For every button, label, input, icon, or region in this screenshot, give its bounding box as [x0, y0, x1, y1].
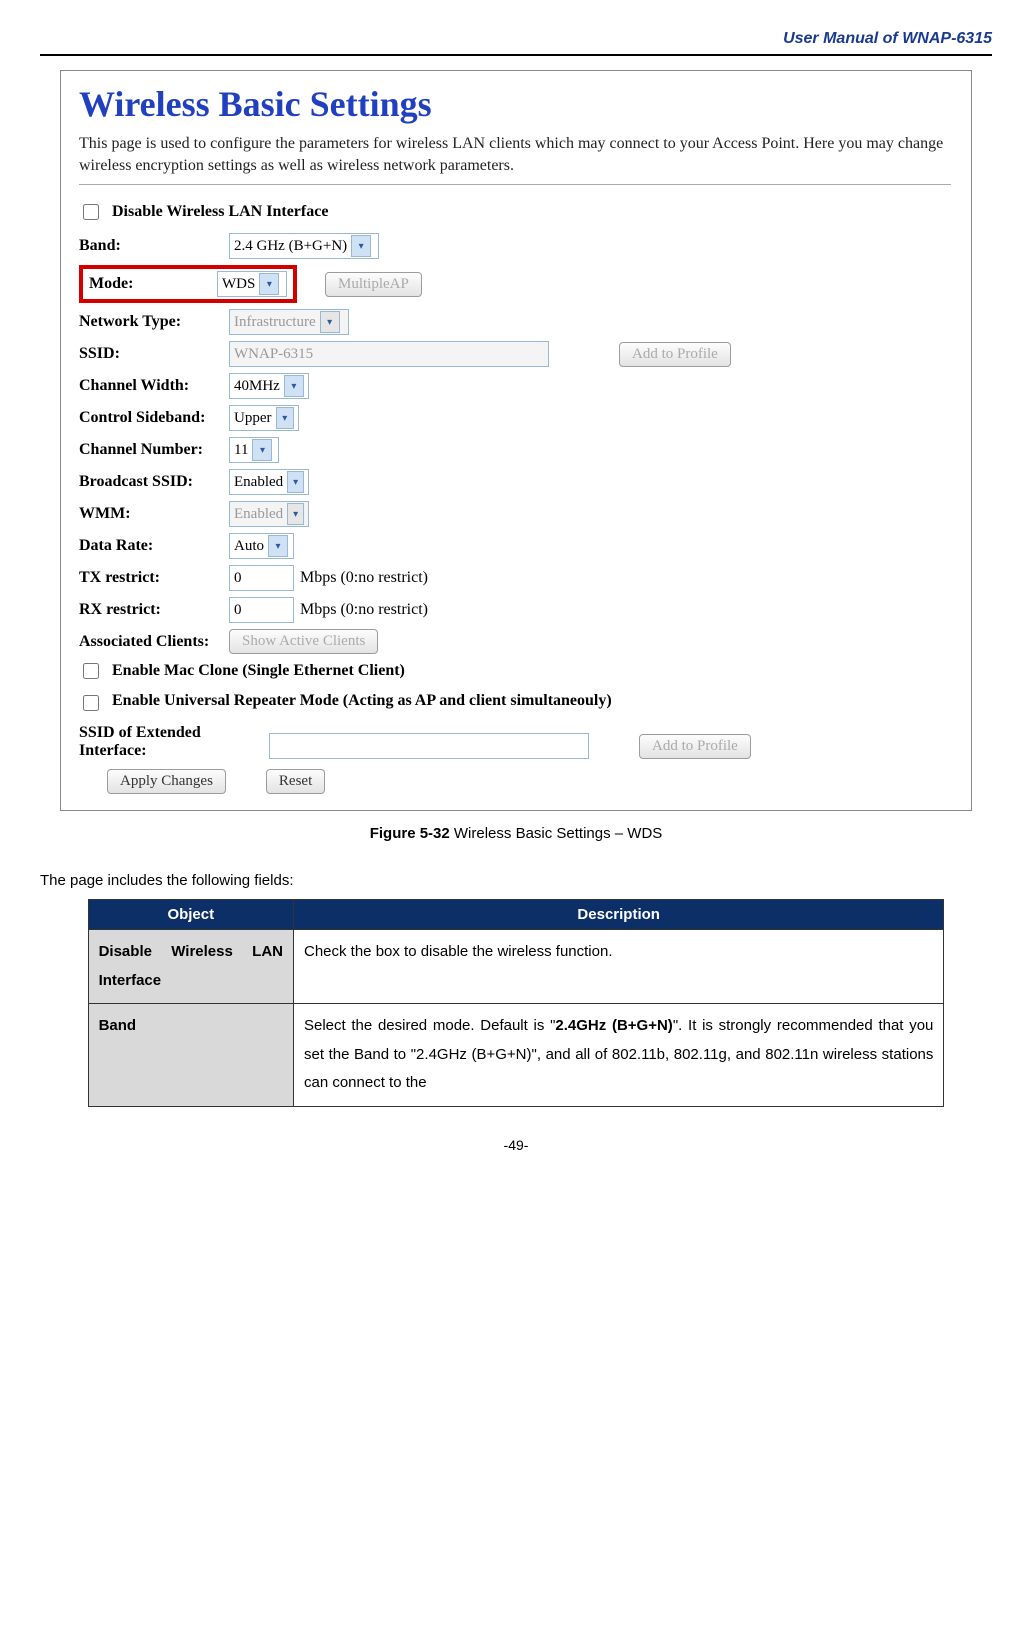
enable-universal-repeater-label: Enable Universal Repeater Mode (Acting a…: [112, 692, 612, 710]
channel-number-value: 11: [234, 442, 248, 459]
data-rate-value: Auto: [234, 538, 264, 555]
wmm-value: Enabled: [234, 506, 283, 523]
data-rate-select[interactable]: Auto ▾: [229, 533, 294, 559]
network-type-value: Infrastructure: [234, 314, 316, 331]
ssid-label: SSID:: [79, 345, 229, 363]
chevron-down-icon: ▾: [284, 375, 304, 397]
band-value: 2.4 GHz (B+G+N): [234, 238, 347, 255]
tx-restrict-input[interactable]: 0: [229, 565, 294, 591]
control-sideband-value: Upper: [234, 410, 272, 427]
chevron-down-icon: ▾: [252, 439, 272, 461]
tx-restrict-value: 0: [234, 570, 242, 587]
add-to-profile-button[interactable]: Add to Profile: [619, 342, 731, 367]
reset-button[interactable]: Reset: [266, 769, 325, 794]
enable-mac-clone-checkbox[interactable]: [83, 663, 99, 679]
channel-width-label: Channel Width:: [79, 377, 229, 395]
add-to-profile-button-2[interactable]: Add to Profile: [639, 734, 751, 759]
associated-clients-label: Associated Clients:: [79, 633, 229, 651]
chevron-down-icon: ▾: [287, 503, 304, 525]
rx-restrict-value: 0: [234, 602, 242, 619]
band-select[interactable]: 2.4 GHz (B+G+N) ▾: [229, 233, 379, 259]
band-label: Band:: [79, 237, 229, 255]
rx-restrict-suffix: Mbps (0:no restrict): [300, 601, 428, 619]
table-row: Disable Wireless LAN Interface Check the…: [88, 930, 944, 1004]
panel-description: This page is used to configure the param…: [79, 133, 951, 176]
channel-number-select[interactable]: 11 ▾: [229, 437, 279, 463]
table-cell-description: Check the box to disable the wireless fu…: [293, 930, 943, 1004]
disable-wireless-label: Disable Wireless LAN Interface: [112, 203, 328, 221]
figure-caption-text: Wireless Basic Settings – WDS: [450, 825, 663, 842]
control-sideband-label: Control Sideband:: [79, 409, 229, 427]
table-header-object: Object: [88, 900, 293, 930]
description-table: Object Description Disable Wireless LAN …: [88, 899, 945, 1107]
table-cell-object: Disable Wireless LAN Interface: [88, 930, 293, 1004]
ssid-extended-label: SSID of Extended Interface:: [79, 724, 269, 759]
settings-screenshot-frame: Wireless Basic Settings This page is use…: [60, 70, 972, 811]
chevron-down-icon: ▾: [287, 471, 304, 493]
control-sideband-select[interactable]: Upper ▾: [229, 405, 299, 431]
rx-restrict-input[interactable]: 0: [229, 597, 294, 623]
table-cell-description: Select the desired mode. Default is "2.4…: [293, 1004, 943, 1107]
wmm-label: WMM:: [79, 505, 229, 523]
chevron-down-icon: ▾: [259, 273, 279, 295]
document-header: User Manual of WNAP-6315: [40, 30, 992, 56]
network-type-label: Network Type:: [79, 313, 229, 331]
mode-highlight-box: Mode: WDS ▾: [79, 265, 297, 303]
panel-title: Wireless Basic Settings: [79, 83, 951, 125]
broadcast-ssid-label: Broadcast SSID:: [79, 473, 229, 491]
divider: [79, 184, 951, 185]
tx-restrict-suffix: Mbps (0:no restrict): [300, 569, 428, 587]
apply-changes-button[interactable]: Apply Changes: [107, 769, 226, 794]
broadcast-ssid-select[interactable]: Enabled ▾: [229, 469, 309, 495]
table-row: Band Select the desired mode. Default is…: [88, 1004, 944, 1107]
show-active-clients-button[interactable]: Show Active Clients: [229, 629, 378, 654]
wmm-select: Enabled ▾: [229, 501, 309, 527]
channel-number-label: Channel Number:: [79, 441, 229, 459]
intro-text: The page includes the following fields:: [40, 872, 992, 889]
enable-universal-repeater-checkbox[interactable]: [83, 695, 99, 711]
multiple-ap-button[interactable]: MultipleAP: [325, 272, 422, 297]
enable-mac-clone-label: Enable Mac Clone (Single Ethernet Client…: [112, 662, 405, 680]
mode-label: Mode:: [89, 275, 217, 293]
rx-restrict-label: RX restrict:: [79, 601, 229, 619]
figure-number: Figure 5-32: [370, 825, 450, 842]
table-cell-object: Band: [88, 1004, 293, 1107]
mode-select[interactable]: WDS ▾: [217, 271, 287, 297]
page-number: -49-: [40, 1137, 992, 1153]
channel-width-select[interactable]: 40MHz ▾: [229, 373, 309, 399]
figure-caption: Figure 5-32 Wireless Basic Settings – WD…: [40, 825, 992, 842]
data-rate-label: Data Rate:: [79, 537, 229, 555]
tx-restrict-label: TX restrict:: [79, 569, 229, 587]
broadcast-ssid-value: Enabled: [234, 474, 283, 491]
disable-wireless-checkbox[interactable]: [83, 204, 99, 220]
chevron-down-icon: ▾: [276, 407, 295, 429]
ssid-input[interactable]: WNAP-6315: [229, 341, 549, 367]
mode-value: WDS: [222, 276, 255, 293]
chevron-down-icon: ▾: [268, 535, 288, 557]
channel-width-value: 40MHz: [234, 378, 280, 395]
network-type-select: Infrastructure ▾: [229, 309, 349, 335]
chevron-down-icon: ▾: [320, 311, 340, 333]
ssid-value: WNAP-6315: [234, 346, 313, 363]
chevron-down-icon: ▾: [351, 235, 371, 257]
ssid-extended-input[interactable]: [269, 733, 589, 759]
table-header-description: Description: [293, 900, 943, 930]
